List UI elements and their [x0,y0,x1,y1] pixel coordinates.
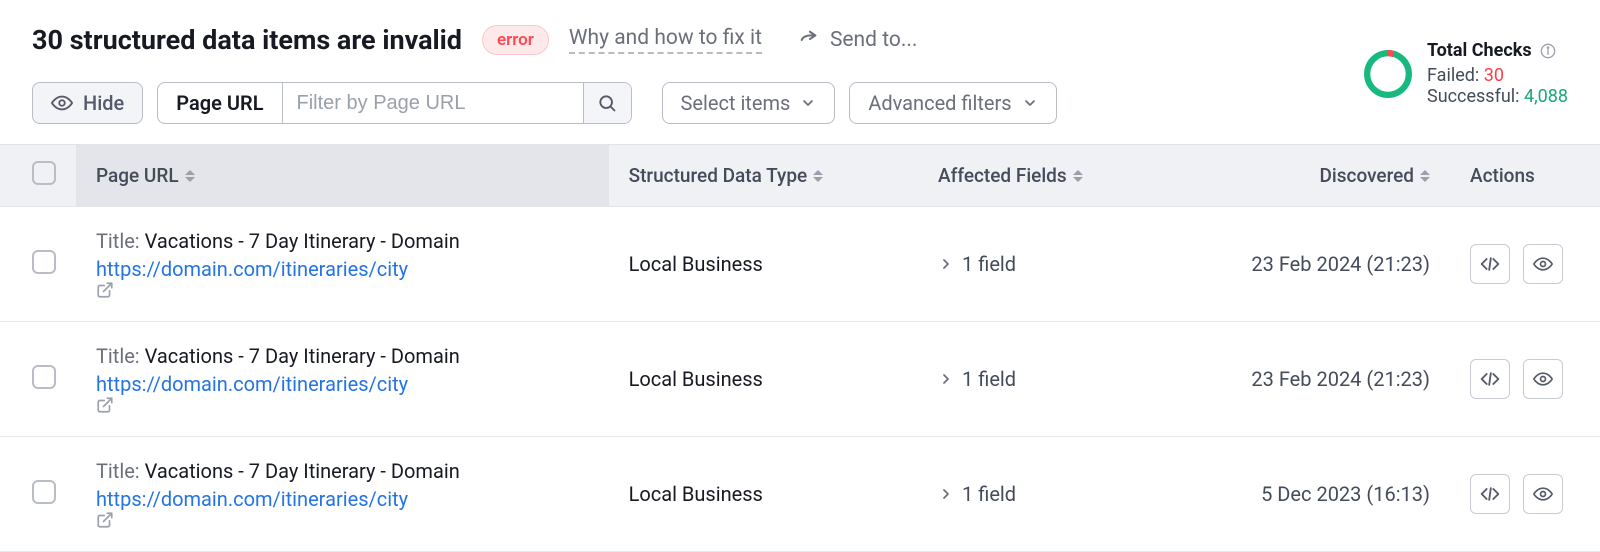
sort-icon [1073,170,1083,182]
view-page-button[interactable] [1523,474,1563,514]
row-affected-text: 1 field [962,367,1016,391]
row-data-type: Local Business [609,207,918,322]
failed-label: Failed: [1427,65,1484,86]
row-checkbox[interactable] [32,365,56,389]
hide-button[interactable]: Hide [32,82,143,124]
url-filter-label[interactable]: Page URL [158,83,282,123]
row-checkbox[interactable] [32,250,56,274]
url-filter: Page URL [157,82,631,124]
col-header-discovered[interactable]: Discovered [1162,145,1450,207]
title-prefix: Title: [96,344,145,368]
row-data-type: Local Business [609,322,918,437]
code-icon [1480,254,1500,274]
view-page-button[interactable] [1523,359,1563,399]
row-title: Vacations - 7 Day Itinerary - Domain [145,459,460,483]
row-checkbox[interactable] [32,480,56,504]
title-prefix: Title: [96,229,145,253]
share-arrow-icon [798,29,820,51]
col-header-page-url[interactable]: Page URL [76,145,609,207]
error-badge: error [482,25,549,55]
progress-ring-icon [1363,49,1413,99]
page-header: 30 structured data items are invalid err… [0,0,1600,68]
code-icon [1480,369,1500,389]
view-code-button[interactable] [1470,474,1510,514]
search-icon [597,93,617,113]
sort-icon [185,170,195,182]
page-title: 30 structured data items are invalid [32,24,462,56]
row-title: Vacations - 7 Day Itinerary - Domain [145,344,460,368]
eye-icon [1533,369,1553,389]
row-affected-toggle[interactable]: 1 field [938,367,1016,391]
send-to-label: Send to... [830,28,918,52]
failed-value: 30 [1484,65,1504,86]
chevron-down-icon [1022,95,1038,111]
external-link-icon[interactable] [96,281,589,299]
success-label: Successful: [1427,86,1524,107]
row-title: Vacations - 7 Day Itinerary - Domain [145,229,460,253]
col-header-affected[interactable]: Affected Fields [918,145,1162,207]
select-items-dropdown[interactable]: Select items [662,82,836,124]
controls-row: Hide Page URL Select items Advanced filt… [0,68,1600,144]
table-row: Title: Vacations - 7 Day Itinerary - Dom… [0,437,1600,552]
url-filter-input[interactable] [283,83,583,123]
select-all-checkbox[interactable] [32,161,56,185]
external-link-icon[interactable] [96,396,589,414]
table-row: Title: Vacations - 7 Day Itinerary - Dom… [0,207,1600,322]
eye-icon [1533,484,1553,504]
view-page-button[interactable] [1523,244,1563,284]
row-url-link[interactable]: https://domain.com/itineraries/city [96,487,408,511]
row-affected-toggle[interactable]: 1 field [938,482,1016,506]
row-affected-toggle[interactable]: 1 field [938,252,1016,276]
advanced-filters-dropdown[interactable]: Advanced filters [849,82,1056,124]
total-checks-title: Total Checks [1427,40,1532,61]
chevron-right-icon [938,256,954,272]
external-link-icon[interactable] [96,511,589,529]
eye-icon [51,92,73,114]
view-code-button[interactable] [1470,359,1510,399]
row-discovered: 23 Feb 2024 (21:23) [1162,207,1450,322]
hide-label: Hide [83,91,124,115]
total-checks-widget: Total Checks Failed: 30 Successful: 4,08… [1363,40,1568,107]
why-fix-link[interactable]: Why and how to fix it [569,26,762,54]
row-discovered: 23 Feb 2024 (21:23) [1162,322,1450,437]
col-header-actions: Actions [1450,145,1600,207]
chevron-down-icon [800,95,816,111]
advanced-filters-label: Advanced filters [868,91,1011,115]
col-header-data-type[interactable]: Structured Data Type [609,145,918,207]
row-url-link[interactable]: https://domain.com/itineraries/city [96,257,408,281]
info-icon[interactable] [1540,43,1556,59]
issues-table: Page URL Structured Data Type Affected F… [0,144,1600,552]
code-icon [1480,484,1500,504]
sort-icon [1420,170,1430,182]
chevron-right-icon [938,371,954,387]
eye-icon [1533,254,1553,274]
row-url-link[interactable]: https://domain.com/itineraries/city [96,372,408,396]
table-row: Title: Vacations - 7 Day Itinerary - Dom… [0,322,1600,437]
send-to-button[interactable]: Send to... [798,28,918,52]
title-prefix: Title: [96,459,145,483]
success-value: 4,088 [1524,86,1568,107]
view-code-button[interactable] [1470,244,1510,284]
chevron-right-icon [938,486,954,502]
row-affected-text: 1 field [962,252,1016,276]
row-data-type: Local Business [609,437,918,552]
select-items-label: Select items [681,91,791,115]
sort-icon [813,170,823,182]
url-filter-search-button[interactable] [583,83,631,123]
row-affected-text: 1 field [962,482,1016,506]
row-discovered: 5 Dec 2023 (16:13) [1162,437,1450,552]
